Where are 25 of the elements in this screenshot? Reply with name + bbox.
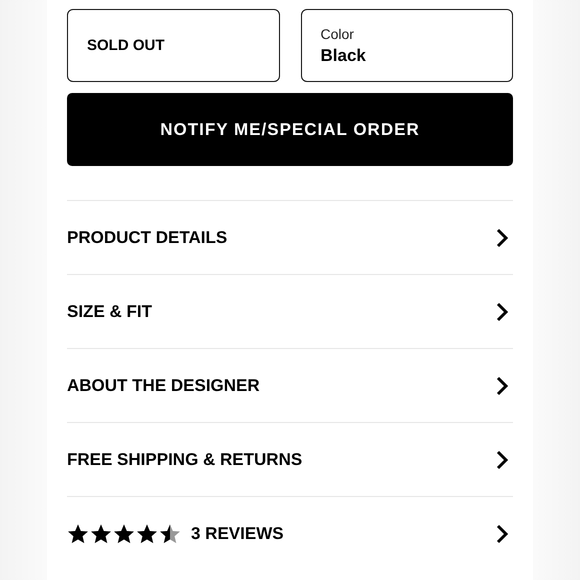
section-label: SIZE & FIT xyxy=(67,302,153,322)
accordion-row[interactable]: PRODUCT DETAILS xyxy=(67,200,513,274)
accordion-row[interactable]: ABOUT THE DESIGNER xyxy=(67,348,513,422)
accordion-row[interactable]: 3 REVIEWS xyxy=(67,496,513,570)
star-icon xyxy=(67,522,89,544)
chevron-right-icon xyxy=(495,450,509,470)
color-label: Color xyxy=(320,26,354,42)
star-icon xyxy=(113,522,135,544)
star-icon xyxy=(90,522,112,544)
chevron-right-icon xyxy=(495,302,509,322)
section-label: ABOUT THE DESIGNER xyxy=(67,376,261,396)
color-value: Black xyxy=(320,46,366,66)
accordion-row[interactable]: FREE SHIPPING & RETURNS xyxy=(67,422,513,496)
reviews-label: 3 REVIEWS xyxy=(191,524,285,544)
star-icon xyxy=(159,522,181,544)
section-label: PRODUCT DETAILS xyxy=(67,228,228,248)
star-icon xyxy=(136,522,158,544)
chevron-right-icon xyxy=(495,228,509,248)
section-label: FREE SHIPPING & RETURNS xyxy=(67,450,304,470)
color-select[interactable]: Color Black xyxy=(300,9,513,82)
chevron-right-icon xyxy=(495,524,509,544)
notify-button[interactable]: NOTIFY ME/SPECIAL ORDER xyxy=(67,93,513,166)
chevron-right-icon xyxy=(495,376,509,396)
accordion-row[interactable]: SIZE & FIT xyxy=(67,274,513,348)
size-select[interactable]: SOLD OUT xyxy=(67,9,280,82)
